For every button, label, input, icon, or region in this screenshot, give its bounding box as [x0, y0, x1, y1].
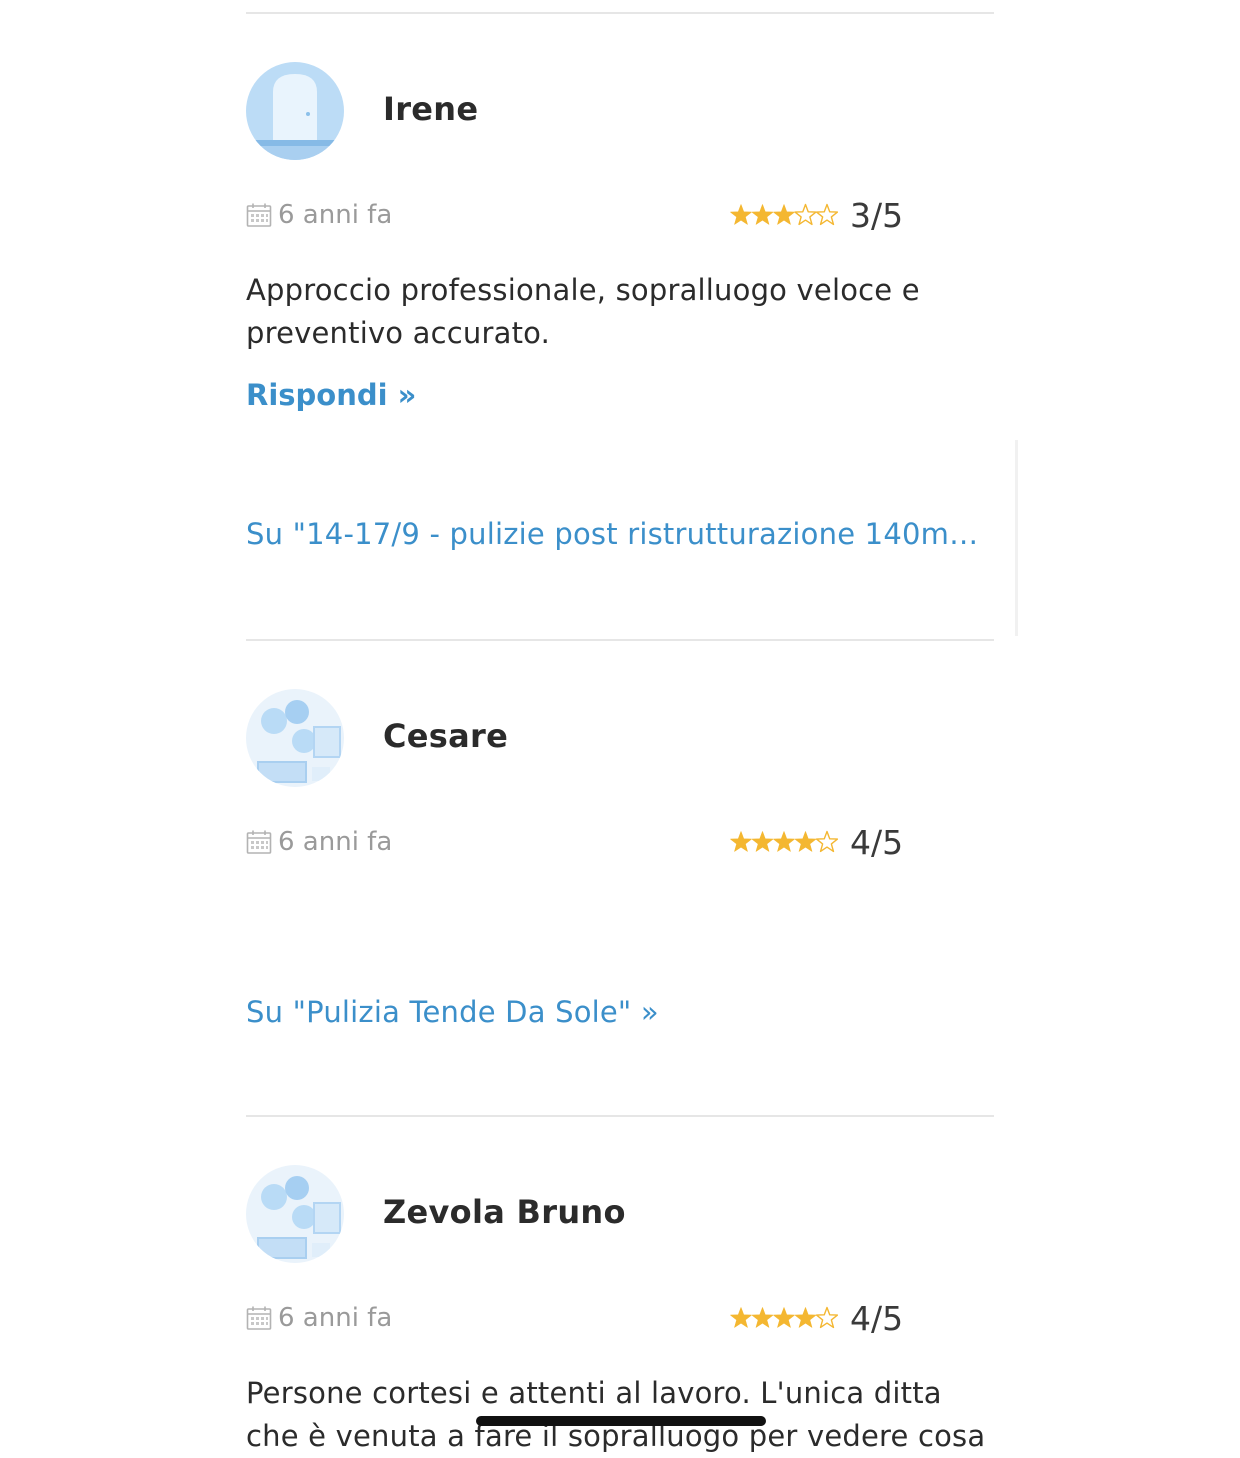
review-date: 6 anni fa: [246, 822, 392, 862]
living-room-icon: [246, 1165, 344, 1263]
star-filled-icon: [730, 204, 752, 225]
star-filled-icon: [773, 204, 795, 225]
star-filled-icon: [730, 1307, 752, 1328]
star-filled-icon: [794, 831, 817, 852]
star-filled-icon: [751, 204, 774, 225]
star-rating: 4/5: [730, 1298, 903, 1338]
star-empty-icon: [815, 830, 838, 853]
review-date: 6 anni fa: [246, 1298, 392, 1338]
stars-icon: [730, 203, 838, 226]
review-meta: 6 anni fa 4/5: [246, 822, 994, 862]
star-rating: 4/5: [730, 822, 903, 862]
review-text: Approccio professionale, sopralluogo vel…: [246, 273, 920, 350]
scroll-indicator: [1015, 440, 1018, 636]
review-card: Irene 6 anni fa 3/5 Approccio profession…: [246, 62, 994, 562]
calendar-icon: [246, 830, 272, 854]
star-filled-icon: [751, 831, 774, 852]
review-date-text: 6 anni fa: [278, 827, 393, 857]
avatar: [246, 689, 344, 787]
review-meta: 6 anni fa 3/5: [246, 195, 994, 235]
review-text: Persone cortesi e attenti al lavoro. L'u…: [246, 1376, 986, 1453]
reviewer-name: Zevola Bruno: [383, 1193, 626, 1231]
stars-icon: [730, 1306, 838, 1329]
review-date-text: 6 anni fa: [278, 1303, 393, 1333]
job-link[interactable]: Su "14-17/9 - pulizie post ristrutturazi…: [246, 517, 986, 551]
star-filled-icon: [751, 1307, 774, 1328]
rating-score: 4/5: [850, 822, 904, 862]
star-filled-icon: [773, 1307, 795, 1328]
review-card: Cesare 6 anni fa 4/5 Su "Pulizia Tende D…: [246, 689, 994, 1089]
door-icon: [246, 62, 344, 160]
divider: [246, 12, 994, 14]
home-indicator[interactable]: [476, 1416, 766, 1426]
calendar-icon: [246, 203, 272, 227]
stars-icon: [730, 830, 838, 853]
rating-score: 3/5: [850, 195, 904, 235]
star-filled-icon: [794, 1307, 817, 1328]
star-empty-icon: [794, 203, 817, 226]
divider: [246, 1115, 994, 1117]
reviewer-name: Irene: [383, 90, 479, 128]
review-meta: 6 anni fa 4/5: [246, 1298, 994, 1338]
rating-score: 4/5: [850, 1298, 904, 1338]
avatar: [246, 62, 344, 160]
star-empty-icon: [815, 1306, 838, 1329]
star-rating: 3/5: [730, 195, 903, 235]
reply-link[interactable]: Rispondi »: [246, 378, 416, 412]
review-date-text: 6 anni fa: [278, 200, 393, 230]
star-filled-icon: [730, 831, 752, 852]
living-room-icon: [246, 689, 344, 787]
calendar-icon: [246, 1306, 272, 1330]
star-filled-icon: [773, 831, 795, 852]
divider: [246, 639, 994, 641]
avatar: [246, 1165, 344, 1263]
job-link[interactable]: Su "Pulizia Tende Da Sole" »: [246, 995, 986, 1029]
reviewer-name: Cesare: [383, 717, 509, 755]
review-card: Zevola Bruno 6 anni fa 4/5 Persone corte…: [246, 1165, 994, 1453]
star-empty-icon: [815, 203, 838, 226]
review-date: 6 anni fa: [246, 195, 392, 235]
